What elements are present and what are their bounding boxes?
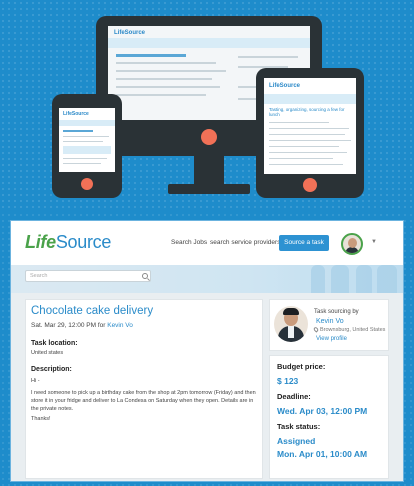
sourcer-location: Brownsburg, United States [312, 326, 386, 333]
avatar-body [345, 247, 359, 253]
banner-figure [331, 265, 349, 293]
source-task-button[interactable]: Source a task [279, 235, 329, 251]
phone-screen-logo: LifeSource [63, 111, 89, 117]
location-pin-icon [312, 326, 320, 333]
monitor-screen-banner [108, 38, 310, 48]
tablet-screen-logo: LifeSource [269, 83, 301, 89]
app-window: LifeSource Search Jobs search service pr… [10, 220, 404, 482]
phone-screen-line [63, 163, 101, 164]
task-date: Sat. Mar 29, 12:00 PM for [31, 322, 108, 329]
monitor-stand-neck [194, 156, 224, 184]
banner-figure [356, 265, 372, 293]
monitor-screen-line [116, 78, 212, 80]
monitor-screen-line [116, 86, 220, 88]
phone-home-button [81, 178, 93, 190]
monitor-screen-line [116, 62, 216, 64]
phone-screen-block [63, 146, 111, 154]
lifesource-logo[interactable]: LifeSource [25, 232, 111, 253]
avatar-face [348, 238, 357, 248]
tablet-screen-line [269, 158, 333, 159]
budget-value: $ 123 [277, 376, 299, 386]
monitor-screen-line [116, 70, 226, 72]
tablet-screen-line [269, 152, 347, 153]
logo-life-text: Life [25, 232, 56, 252]
top-navbar: LifeSource Search Jobs search service pr… [11, 221, 403, 265]
tablet-screen-line [269, 134, 345, 135]
tablet-screen: LifeSource Tasting, organizing, sourcing… [264, 78, 356, 174]
description-body: I need someone to pick up a birthday cak… [31, 390, 256, 412]
task-title: Chocolate cake delivery [31, 305, 154, 317]
tablet-illustration: LifeSource Tasting, organizing, sourcing… [256, 68, 364, 198]
sourcer-name-link[interactable]: Kevin Vo [316, 318, 344, 325]
monitor-power-button [201, 129, 217, 145]
tablet-screen-line [269, 122, 329, 123]
description-label: Description: [31, 366, 72, 373]
sourcer-avatar-hair [283, 308, 299, 315]
task-location-value: United states [31, 350, 64, 356]
search-input[interactable]: Search [25, 270, 151, 282]
tablet-screen-banner [264, 94, 356, 104]
search-icon[interactable] [142, 273, 148, 279]
phone-screen: LifeSource [59, 108, 115, 172]
banner-figure [377, 265, 397, 293]
tablet-screen-line [269, 128, 349, 129]
tablet-screen-line [269, 164, 343, 165]
task-date-line: Sat. Mar 29, 12:00 PM for Kevin Vo [31, 322, 133, 329]
search-placeholder: Search [30, 273, 48, 279]
phone-screen-line [63, 158, 107, 159]
phone-illustration: LifeSource [52, 94, 122, 198]
tablet-home-button [303, 178, 317, 192]
task-location-label: Task location: [31, 340, 78, 347]
description-greeting: Hi - [31, 378, 40, 384]
search-jobs-link[interactable]: Search Jobs [171, 239, 207, 246]
search-providers-link[interactable]: search service providers [210, 239, 280, 246]
phone-screen-banner [59, 120, 115, 126]
status-value: Assigned [277, 436, 316, 446]
tablet-screen-line [269, 146, 339, 147]
monitor-screen-logo: LifeSource [114, 30, 146, 36]
tablet-screen-heading: Tasting, organizing, sourcing a few for … [269, 107, 345, 117]
task-for-user-link[interactable]: Kevin Vo [107, 322, 133, 329]
sourcer-location-text: Brownsburg, United States [320, 327, 386, 333]
status-label: Task status: [277, 422, 321, 431]
monitor-screen-line [116, 94, 206, 96]
deadline-value: Wed. Apr 03, 12:00 PM [277, 406, 368, 416]
monitor-screen-line [238, 56, 298, 58]
task-detail-card: Chocolate cake delivery Sat. Mar 29, 12:… [25, 299, 263, 479]
description-closing: Thanks! [31, 416, 51, 422]
view-profile-link[interactable]: View profile [316, 336, 347, 342]
phone-screen-title [63, 130, 93, 132]
monitor-stand-base [168, 184, 250, 194]
banner-figure [311, 265, 325, 293]
budget-label: Budget price: [277, 362, 326, 371]
phone-screen-line [63, 136, 109, 137]
phone-screen-line [63, 141, 103, 142]
task-sourcer-card: Task sourcing by Kevin Vo Brownsburg, Un… [269, 299, 389, 351]
tablet-screen-line [269, 140, 351, 141]
user-avatar[interactable] [341, 233, 363, 255]
sourcer-avatar [274, 306, 308, 342]
logo-source-text: Source [55, 232, 112, 252]
sourcer-avatar-shirt [288, 326, 294, 338]
status-date: Mon. Apr 01, 10:00 AM [277, 449, 368, 459]
task-sourcing-label: Task sourcing by [314, 309, 359, 315]
task-info-card: Budget price: $ 123 Deadline: Wed. Apr 0… [269, 355, 389, 479]
deadline-label: Deadline: [277, 392, 311, 401]
chevron-down-icon[interactable]: ▼ [371, 239, 377, 245]
monitor-screen-title [116, 54, 186, 57]
